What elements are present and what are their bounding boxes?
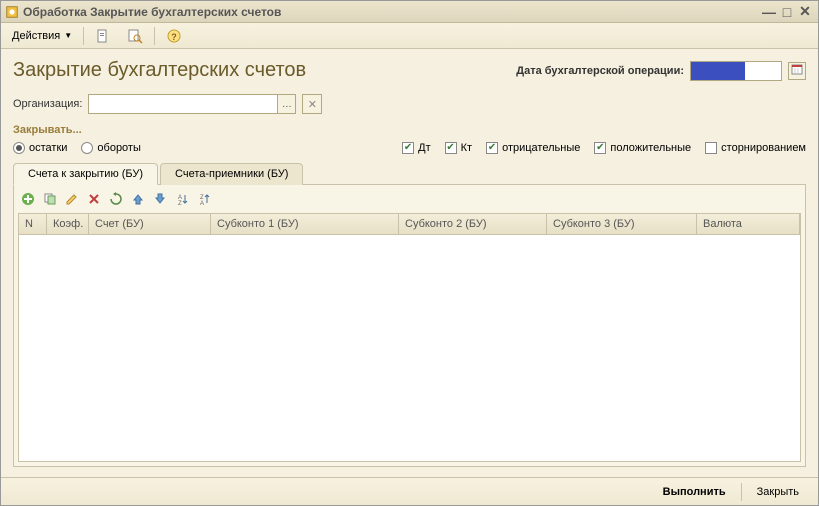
- chevron-down-icon: ▼: [64, 31, 72, 40]
- org-input-text[interactable]: [89, 95, 277, 113]
- radio-group: остатки обороты: [13, 142, 141, 154]
- titlebar: Обработка Закрытие бухгалтерских счетов …: [1, 1, 818, 23]
- checkbox-icon: [705, 142, 717, 154]
- date-input[interactable]: [690, 61, 782, 81]
- checkbox-icon: ✔: [445, 142, 457, 154]
- tab-body: AZ ZA N Коэф. Счет (БУ) Субконто 1 (БУ) …: [13, 185, 806, 467]
- page-title: Закрытие бухгалтерских счетов: [13, 59, 306, 82]
- content-area: Закрытие бухгалтерских счетов Дата бухга…: [1, 49, 818, 477]
- grid-add-button[interactable]: [18, 190, 38, 210]
- org-row: Организация: … ✕: [13, 94, 806, 114]
- footer-bar: Выполнить Закрыть: [1, 477, 818, 505]
- radio-icon: [81, 142, 93, 154]
- radio-turnovers[interactable]: обороты: [81, 142, 140, 154]
- close-button[interactable]: Закрыть: [746, 482, 810, 502]
- org-input[interactable]: …: [88, 94, 296, 114]
- org-select-button[interactable]: …: [277, 95, 295, 113]
- check-positive[interactable]: ✔положительные: [594, 142, 691, 154]
- header-row: Закрытие бухгалтерских счетов Дата бухга…: [13, 59, 806, 82]
- check-kt[interactable]: ✔Кт: [445, 142, 472, 154]
- tabs: Счета к закрытию (БУ) Счета-приемники (Б…: [13, 162, 806, 185]
- tab-receiver-accounts[interactable]: Счета-приемники (БУ): [160, 163, 303, 185]
- toolbar-separator: [83, 27, 84, 45]
- checks-right: ✔Дт ✔Кт ✔отрицательные ✔положительные ст…: [402, 142, 806, 154]
- options-row: остатки обороты ✔Дт ✔Кт ✔отрицательные ✔…: [13, 142, 806, 154]
- sort-desc-icon: ZA: [197, 192, 211, 209]
- minimize-button[interactable]: ―: [760, 4, 778, 20]
- svg-text:A: A: [200, 201, 204, 206]
- svg-text:Z: Z: [178, 201, 182, 206]
- grid[interactable]: N Коэф. Счет (БУ) Субконто 1 (БУ) Субкон…: [18, 213, 801, 462]
- col-koef[interactable]: Коэф.: [47, 214, 89, 234]
- arrow-up-icon: [131, 192, 145, 209]
- refresh-icon: [109, 192, 123, 209]
- delete-icon: [87, 192, 101, 209]
- calendar-button[interactable]: [788, 62, 806, 80]
- grid-copy-button[interactable]: [40, 190, 60, 210]
- calendar-icon: [791, 63, 803, 78]
- sort-asc-icon: AZ: [175, 192, 189, 209]
- grid-toolbar: AZ ZA: [18, 189, 801, 211]
- actions-dropdown[interactable]: Действия ▼: [5, 26, 79, 46]
- window-title: Обработка Закрытие бухгалтерских счетов: [23, 5, 760, 19]
- find-icon: [127, 28, 143, 44]
- app-icon: [5, 5, 19, 19]
- close-icon: ✕: [308, 98, 317, 111]
- grid-header: N Коэф. Счет (БУ) Субконто 1 (БУ) Субкон…: [19, 214, 800, 235]
- add-icon: [21, 192, 35, 209]
- grid-sort-asc-button[interactable]: AZ: [172, 190, 192, 210]
- grid-sort-desc-button[interactable]: ZA: [194, 190, 214, 210]
- radio-icon: [13, 142, 25, 154]
- col-sub2[interactable]: Субконто 2 (БУ): [399, 214, 547, 234]
- checkbox-icon: ✔: [594, 142, 606, 154]
- copy-icon: [43, 192, 57, 209]
- maximize-button[interactable]: □: [778, 4, 796, 20]
- date-group: Дата бухгалтерской операции:: [516, 61, 806, 81]
- checkbox-icon: ✔: [402, 142, 414, 154]
- check-storno[interactable]: сторнированием: [705, 142, 806, 154]
- toolbar-separator: [154, 27, 155, 45]
- grid-move-down-button[interactable]: [150, 190, 170, 210]
- checkbox-icon: ✔: [486, 142, 498, 154]
- grid-refresh-button[interactable]: [106, 190, 126, 210]
- grid-move-up-button[interactable]: [128, 190, 148, 210]
- footer-separator: [741, 483, 742, 501]
- tab-accounts-to-close[interactable]: Счета к закрытию (БУ): [13, 163, 158, 185]
- col-sub1[interactable]: Субконто 1 (БУ): [211, 214, 399, 234]
- help-icon: ?: [166, 28, 182, 44]
- col-sub3[interactable]: Субконто 3 (БУ): [547, 214, 697, 234]
- grid-delete-button[interactable]: [84, 190, 104, 210]
- check-dt[interactable]: ✔Дт: [402, 142, 431, 154]
- close-window-button[interactable]: ✕: [796, 4, 814, 20]
- col-n[interactable]: N: [19, 214, 47, 234]
- main-toolbar: Действия ▼ ?: [1, 23, 818, 49]
- col-currency[interactable]: Валюта: [697, 214, 800, 234]
- edit-icon: [65, 192, 79, 209]
- arrow-down-icon: [153, 192, 167, 209]
- document-icon: [95, 28, 111, 44]
- org-clear-button[interactable]: ✕: [302, 94, 322, 114]
- radio-balances[interactable]: остатки: [13, 142, 67, 154]
- close-section-label: Закрывать...: [13, 124, 806, 136]
- grid-edit-button[interactable]: [62, 190, 82, 210]
- toolbar-btn-2[interactable]: [120, 26, 150, 46]
- execute-button[interactable]: Выполнить: [652, 482, 737, 502]
- check-negative[interactable]: ✔отрицательные: [486, 142, 580, 154]
- toolbar-btn-1[interactable]: [88, 26, 118, 46]
- org-label: Организация:: [13, 98, 82, 110]
- main-window: Обработка Закрытие бухгалтерских счетов …: [0, 0, 819, 506]
- grid-body[interactable]: [19, 235, 800, 461]
- date-label: Дата бухгалтерской операции:: [516, 65, 684, 77]
- svg-text:?: ?: [171, 32, 177, 42]
- help-button[interactable]: ?: [159, 26, 189, 46]
- col-account[interactable]: Счет (БУ): [89, 214, 211, 234]
